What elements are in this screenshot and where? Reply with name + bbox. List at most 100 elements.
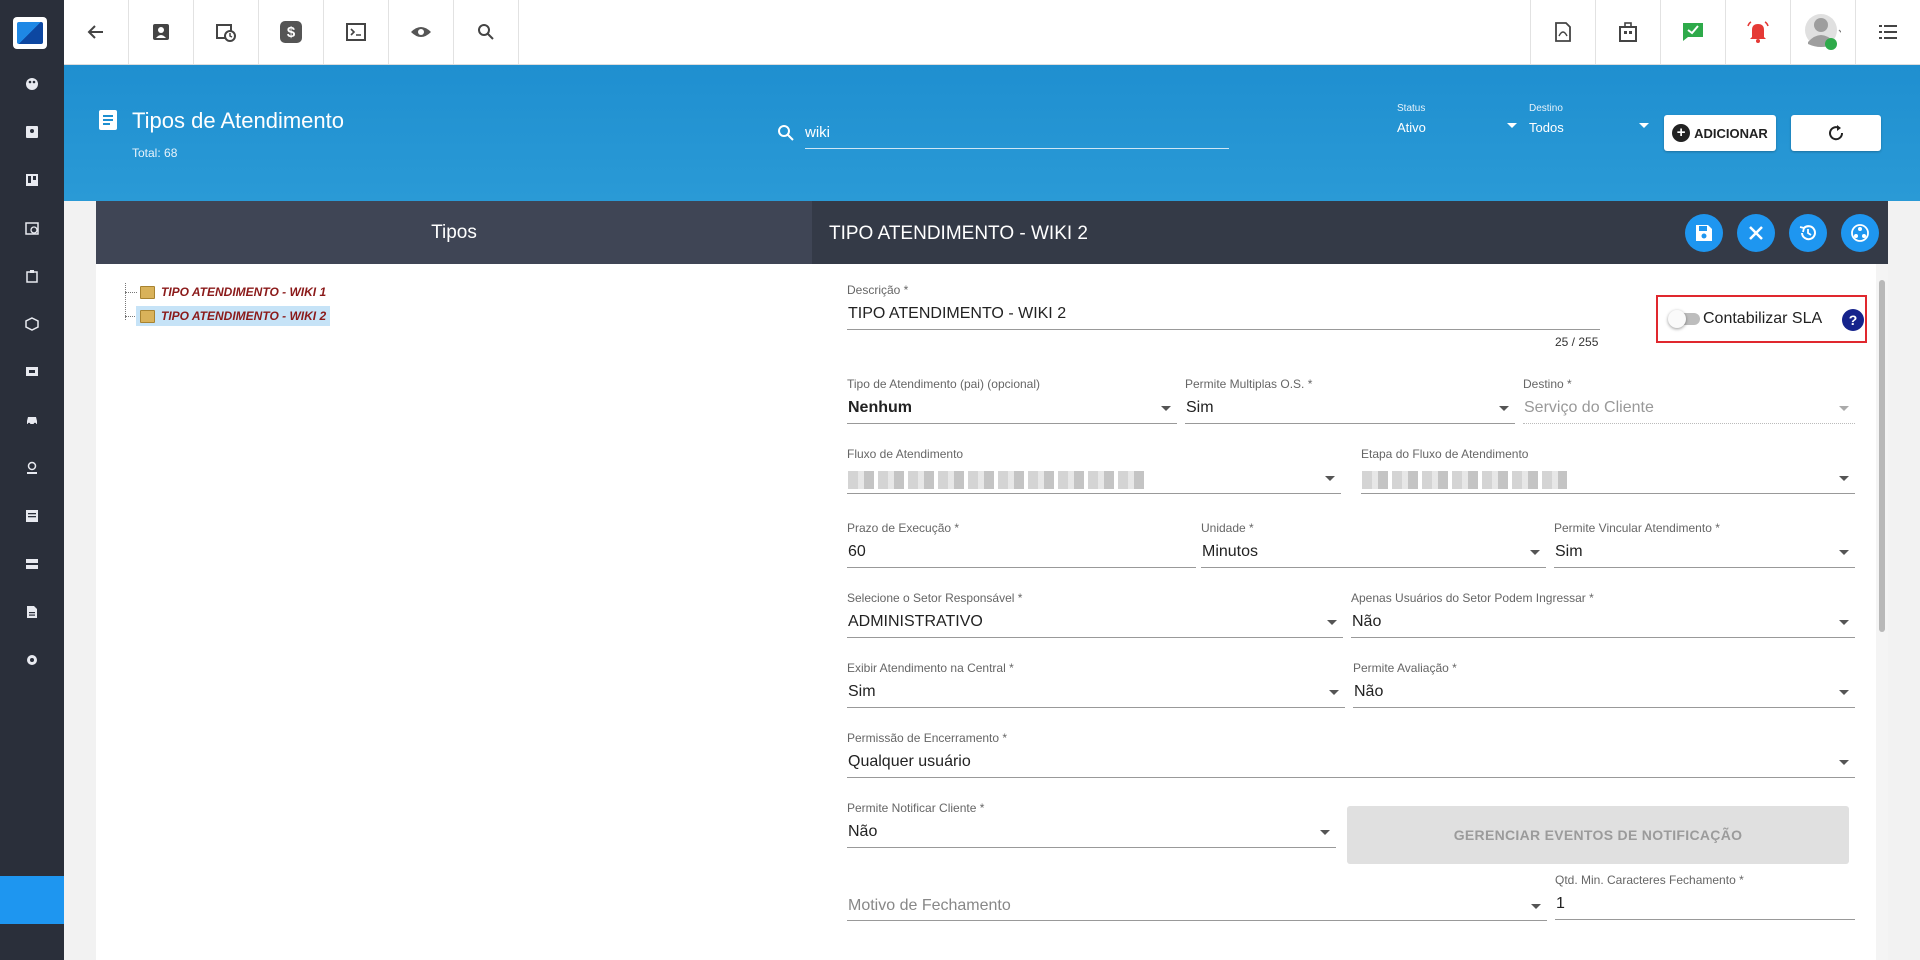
descricao-label: Descrição * [847,283,909,297]
encerramento-select[interactable]: Permissão de Encerramento * Qualquer usu… [847,731,1855,778]
location-icon[interactable] [22,458,42,478]
exibir-value: Sim [848,683,876,700]
gear-icon[interactable] [22,650,42,670]
character-counter: 25 / 255 [1555,335,1599,349]
history-icon [1799,225,1816,241]
search-button[interactable] [454,0,519,64]
tipo-pai-select[interactable]: Tipo de Atendimento (pai) (opcional) Nen… [847,377,1177,424]
chat-button[interactable] [1660,0,1725,64]
sla-toggle[interactable] [1668,310,1700,328]
notificar-cliente-select[interactable]: Permite Notificar Cliente * Não [847,801,1336,848]
exibir-central-select[interactable]: Exibir Atendimento na Central * Sim [847,661,1345,708]
terminal-button[interactable] [324,0,389,64]
manage-notification-events-button[interactable]: GERENCIAR EVENTOS DE NOTIFICAÇÃO [1347,806,1849,864]
apenas-setor-select[interactable]: Apenas Usuários do Setor Podem Ingressar… [1351,591,1855,638]
field-underline [1353,707,1855,708]
add-button[interactable]: + ADICIONAR [1664,115,1776,151]
add-button-label: ADICIONAR [1694,125,1768,141]
svg-text:$: $ [287,24,296,41]
apenas-value: Não [1352,613,1382,630]
chevron-down-icon [1507,123,1517,128]
field-underline [847,423,1177,424]
field-underline [1361,493,1855,494]
search-icon [478,24,494,40]
board-icon[interactable] [22,170,42,190]
vincular-value: Sim [1555,543,1583,560]
qtd-min-caracteres-field[interactable]: Qtd. Min. Caracteres Fechamento * 1 [1555,873,1855,920]
view-button[interactable] [389,0,454,64]
back-button[interactable] [64,0,129,64]
descricao-field[interactable]: Descrição * TIPO ATENDIMENTO - WIKI 2 [847,283,1600,330]
unidade-select[interactable]: Unidade * Minutos [1201,521,1546,568]
exibir-label: Exibir Atendimento na Central * [847,661,1014,675]
car-icon[interactable] [22,410,42,430]
document-icon[interactable] [22,602,42,622]
chevron-down-icon [1161,406,1171,411]
fluxo-label: Fluxo de Atendimento [847,447,964,461]
multiplas-label: Permite Multiplas O.S. * [1185,377,1313,391]
menu-icon [1879,25,1897,39]
redacted-value [1362,471,1567,489]
tab-tipos[interactable]: Tipos [96,201,812,264]
refresh-button[interactable] [1791,115,1881,151]
prazo-value: 60 [848,543,866,560]
vincular-select[interactable]: Permite Vincular Atendimento * Sim [1554,521,1855,568]
contacts-button[interactable] [129,0,194,64]
form-title: TIPO ATENDIMENTO - WIKI 2 [829,223,1088,244]
cube-icon[interactable] [22,314,42,334]
tree-item-selected[interactable]: TIPO ATENDIMENTO - WIKI 2 [136,306,331,326]
chevron-down-icon [1639,123,1649,128]
avaliacao-label: Permite Avaliação * [1353,661,1457,675]
calendar-clock-icon [216,24,236,42]
tree-item[interactable]: TIPO ATENDIMENTO - WIKI 1 [136,282,330,302]
chevron-down-icon [1530,550,1540,555]
scrollbar[interactable] [1876,264,1888,960]
help-icon[interactable]: ? [1842,309,1864,331]
setor-label: Selecione o Setor Responsável * [847,591,1023,605]
chevron-down-icon [1329,690,1339,695]
palette-icon[interactable] [22,74,42,94]
status-select[interactable]: Status Ativo [1397,103,1519,137]
pdf-button[interactable] [1530,0,1595,64]
chevron-down-icon [1839,620,1849,625]
tree-item-label: TIPO ATENDIMENTO - WIKI 2 [161,309,327,323]
scrollbar-thumb[interactable] [1879,280,1885,632]
field-underline [1523,423,1855,424]
save-button[interactable] [1685,214,1723,252]
history-button[interactable] [1789,214,1827,252]
company-button[interactable] [1595,0,1660,64]
monitor-icon[interactable] [22,362,42,382]
multiplas-os-select[interactable]: Permite Multiplas O.S. * Sim [1185,377,1515,424]
close-button[interactable] [1737,214,1775,252]
field-underline [1185,423,1515,424]
user-menu-button[interactable] [1790,0,1855,64]
search-input[interactable] [805,117,1229,149]
setor-select[interactable]: Selecione o Setor Responsável * ADMINIST… [847,591,1343,638]
list-icon[interactable] [22,506,42,526]
server-icon[interactable] [22,554,42,574]
descricao-value: TIPO ATENDIMENTO - WIKI 2 [848,305,1067,322]
building-icon[interactable] [22,266,42,286]
alarm-bell-icon [1747,21,1769,43]
hierarchy-icon [1851,224,1869,242]
fluxo-select[interactable]: Fluxo de Atendimento [847,447,1341,494]
prazo-field[interactable]: Prazo de Execução * 60 [847,521,1196,568]
sla-highlight-box: Contabilizar SLA ? [1656,295,1867,343]
destino-select[interactable]: Destino Todos [1529,103,1651,137]
building-icon [1619,22,1637,42]
etapa-fluxo-select[interactable]: Etapa do Fluxo de Atendimento [1361,447,1855,494]
contact-icon[interactable] [22,122,42,142]
finance-button[interactable]: $ [259,0,324,64]
alarm-button[interactable] [1725,0,1790,64]
avaliacao-select[interactable]: Permite Avaliação * Não [1353,661,1855,708]
hierarchy-button[interactable] [1841,214,1879,252]
multiplas-value: Sim [1186,399,1214,416]
app-logo[interactable] [13,17,47,49]
schedule-icon[interactable] [22,218,42,238]
prazo-label: Prazo de Execução * [847,521,960,535]
destino-label: Destino [1529,103,1563,114]
destino-field-value: Serviço do Cliente [1524,399,1654,416]
plus-icon: + [1672,124,1691,142]
schedule-button[interactable] [194,0,259,64]
main-menu-button[interactable] [1855,0,1920,64]
